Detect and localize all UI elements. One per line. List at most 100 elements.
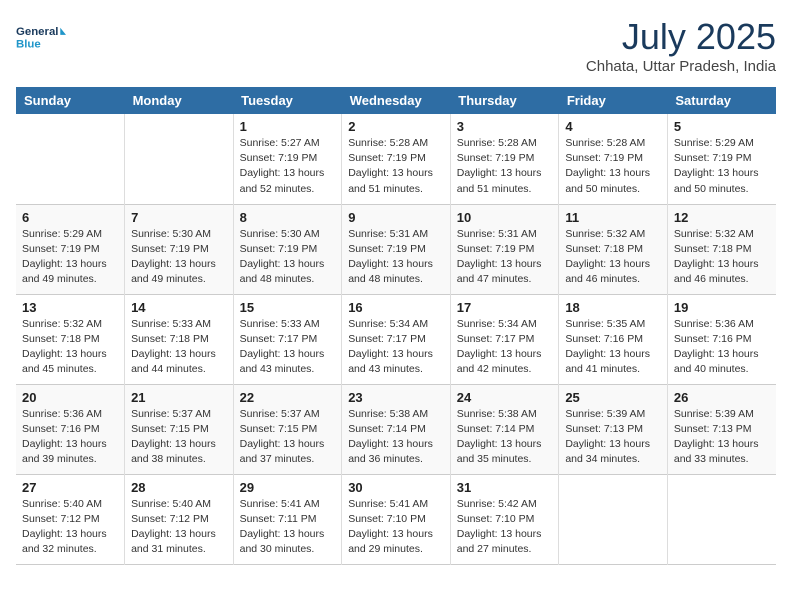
day-number: 8 — [240, 210, 336, 225]
day-header-thursday: Thursday — [450, 87, 559, 114]
day-number: 31 — [457, 480, 553, 495]
week-row-2: 6 Sunrise: 5:29 AMSunset: 7:19 PMDaylight… — [16, 204, 776, 294]
location: Chhata, Uttar Pradesh, India — [586, 58, 776, 75]
calendar-cell: 7 Sunrise: 5:30 AMSunset: 7:19 PMDaylight… — [125, 204, 234, 294]
cell-info: Sunrise: 5:29 AMSunset: 7:19 PMDaylight:… — [674, 136, 770, 197]
calendar-cell: 12 Sunrise: 5:32 AMSunset: 7:18 PMDayligh… — [667, 204, 776, 294]
calendar-cell: 3 Sunrise: 5:28 AMSunset: 7:19 PMDaylight… — [450, 114, 559, 204]
day-number: 27 — [22, 480, 118, 495]
day-number: 28 — [131, 480, 227, 495]
calendar-header-row: SundayMondayTuesdayWednesdayThursdayFrid… — [16, 87, 776, 114]
calendar-cell: 31 Sunrise: 5:42 AMSunset: 7:10 PMDayligh… — [450, 474, 559, 564]
day-number: 3 — [457, 119, 553, 134]
month-year: July 2025 — [586, 16, 776, 58]
calendar-cell: 27Sunrise: 5:40 AMSunset: 7:12 PMDayligh… — [16, 474, 125, 564]
calendar-cell — [559, 474, 668, 564]
calendar-cell: 2 Sunrise: 5:28 AMSunset: 7:19 PMDaylight… — [342, 114, 451, 204]
cell-info: Sunrise: 5:30 AMSunset: 7:19 PMDaylight:… — [131, 227, 227, 288]
day-number: 18 — [565, 300, 661, 315]
day-number: 9 — [348, 210, 444, 225]
title-block: July 2025 Chhata, Uttar Pradesh, India — [586, 16, 776, 75]
day-number: 30 — [348, 480, 444, 495]
day-header-sunday: Sunday — [16, 87, 125, 114]
calendar-cell: 14 Sunrise: 5:33 AMSunset: 7:18 PMDayligh… — [125, 294, 234, 384]
day-number: 26 — [674, 390, 770, 405]
calendar-table: SundayMondayTuesdayWednesdayThursdayFrid… — [16, 87, 776, 565]
day-header-tuesday: Tuesday — [233, 87, 342, 114]
calendar-cell: 17 Sunrise: 5:34 AMSunset: 7:17 PMDayligh… — [450, 294, 559, 384]
cell-info: Sunrise: 5:34 AMSunset: 7:17 PMDaylight:… — [348, 317, 444, 378]
calendar-cell: 16 Sunrise: 5:34 AMSunset: 7:17 PMDayligh… — [342, 294, 451, 384]
cell-info: Sunrise: 5:39 AMSunset: 7:13 PMDaylight:… — [565, 407, 661, 468]
cell-info: Sunrise: 5:34 AMSunset: 7:17 PMDaylight:… — [457, 317, 553, 378]
cell-info: Sunrise: 5:32 AMSunset: 7:18 PMDaylight:… — [674, 227, 770, 288]
calendar-cell: 19 Sunrise: 5:36 AMSunset: 7:16 PMDayligh… — [667, 294, 776, 384]
day-number: 14 — [131, 300, 227, 315]
calendar-cell: 4 Sunrise: 5:28 AMSunset: 7:19 PMDaylight… — [559, 114, 668, 204]
page-header: General Blue July 2025 Chhata, Uttar Pra… — [16, 16, 776, 75]
calendar-body: 1Sunrise: 5:27 AMSunset: 7:19 PMDaylight… — [16, 114, 776, 564]
day-number: 17 — [457, 300, 553, 315]
day-number: 29 — [240, 480, 336, 495]
cell-info: Sunrise: 5:28 AMSunset: 7:19 PMDaylight:… — [457, 136, 553, 197]
cell-info: Sunrise: 5:37 AMSunset: 7:15 PMDaylight:… — [131, 407, 227, 468]
cell-info: Sunrise: 5:38 AMSunset: 7:14 PMDaylight:… — [457, 407, 553, 468]
day-number: 15 — [240, 300, 336, 315]
cell-info: Sunrise: 5:41 AMSunset: 7:10 PMDaylight:… — [348, 497, 444, 558]
cell-info: Sunrise: 5:32 AMSunset: 7:18 PMDaylight:… — [22, 317, 118, 378]
week-row-1: 1Sunrise: 5:27 AMSunset: 7:19 PMDaylight… — [16, 114, 776, 204]
cell-info: Sunrise: 5:31 AMSunset: 7:19 PMDaylight:… — [348, 227, 444, 288]
calendar-cell: 10Sunrise: 5:31 AMSunset: 7:19 PMDayligh… — [450, 204, 559, 294]
calendar-cell: 18 Sunrise: 5:35 AMSunset: 7:16 PMDayligh… — [559, 294, 668, 384]
calendar-cell: 22 Sunrise: 5:37 AMSunset: 7:15 PMDayligh… — [233, 384, 342, 474]
cell-info: Sunrise: 5:29 AMSunset: 7:19 PMDaylight:… — [22, 227, 118, 288]
cell-info: Sunrise: 5:36 AMSunset: 7:16 PMDaylight:… — [22, 407, 118, 468]
day-number: 6 — [22, 210, 118, 225]
day-number: 12 — [674, 210, 770, 225]
day-header-friday: Friday — [559, 87, 668, 114]
day-number: 2 — [348, 119, 444, 134]
cell-info: Sunrise: 5:28 AMSunset: 7:19 PMDaylight:… — [348, 136, 444, 197]
calendar-cell: 9 Sunrise: 5:31 AMSunset: 7:19 PMDaylight… — [342, 204, 451, 294]
calendar-cell: 8Sunrise: 5:30 AMSunset: 7:19 PMDaylight… — [233, 204, 342, 294]
logo-svg: General Blue — [16, 16, 66, 58]
cell-info: Sunrise: 5:33 AMSunset: 7:18 PMDaylight:… — [131, 317, 227, 378]
day-number: 16 — [348, 300, 444, 315]
cell-info: Sunrise: 5:33 AMSunset: 7:17 PMDaylight:… — [240, 317, 336, 378]
week-row-3: 13 Sunrise: 5:32 AMSunset: 7:18 PMDayligh… — [16, 294, 776, 384]
calendar-cell — [125, 114, 234, 204]
day-number: 21 — [131, 390, 227, 405]
day-number: 7 — [131, 210, 227, 225]
calendar-cell — [16, 114, 125, 204]
svg-text:Blue: Blue — [16, 39, 41, 51]
cell-info: Sunrise: 5:27 AMSunset: 7:19 PMDaylight:… — [240, 136, 336, 197]
calendar-cell: 26 Sunrise: 5:39 AMSunset: 7:13 PMDayligh… — [667, 384, 776, 474]
day-number: 13 — [22, 300, 118, 315]
day-number: 4 — [565, 119, 661, 134]
cell-info: Sunrise: 5:36 AMSunset: 7:16 PMDaylight:… — [674, 317, 770, 378]
calendar-cell: 21 Sunrise: 5:37 AMSunset: 7:15 PMDayligh… — [125, 384, 234, 474]
calendar-cell: 5Sunrise: 5:29 AMSunset: 7:19 PMDaylight… — [667, 114, 776, 204]
calendar-cell: 25Sunrise: 5:39 AMSunset: 7:13 PMDayligh… — [559, 384, 668, 474]
calendar-cell: 20Sunrise: 5:36 AMSunset: 7:16 PMDayligh… — [16, 384, 125, 474]
calendar-cell — [667, 474, 776, 564]
cell-info: Sunrise: 5:37 AMSunset: 7:15 PMDaylight:… — [240, 407, 336, 468]
calendar-cell: 13 Sunrise: 5:32 AMSunset: 7:18 PMDayligh… — [16, 294, 125, 384]
calendar-cell: 24Sunrise: 5:38 AMSunset: 7:14 PMDayligh… — [450, 384, 559, 474]
cell-info: Sunrise: 5:38 AMSunset: 7:14 PMDaylight:… — [348, 407, 444, 468]
calendar-cell: 15 Sunrise: 5:33 AMSunset: 7:17 PMDayligh… — [233, 294, 342, 384]
cell-info: Sunrise: 5:42 AMSunset: 7:10 PMDaylight:… — [457, 497, 553, 558]
calendar-cell: 29Sunrise: 5:41 AMSunset: 7:11 PMDayligh… — [233, 474, 342, 564]
cell-info: Sunrise: 5:31 AMSunset: 7:19 PMDaylight:… — [457, 227, 553, 288]
day-number: 22 — [240, 390, 336, 405]
logo: General Blue — [16, 16, 66, 58]
cell-info: Sunrise: 5:35 AMSunset: 7:16 PMDaylight:… — [565, 317, 661, 378]
calendar-cell: 23 Sunrise: 5:38 AMSunset: 7:14 PMDayligh… — [342, 384, 451, 474]
cell-info: Sunrise: 5:39 AMSunset: 7:13 PMDaylight:… — [674, 407, 770, 468]
calendar-cell: 6 Sunrise: 5:29 AMSunset: 7:19 PMDaylight… — [16, 204, 125, 294]
day-header-monday: Monday — [125, 87, 234, 114]
cell-info: Sunrise: 5:28 AMSunset: 7:19 PMDaylight:… — [565, 136, 661, 197]
day-number: 23 — [348, 390, 444, 405]
day-number: 19 — [674, 300, 770, 315]
day-header-wednesday: Wednesday — [342, 87, 451, 114]
